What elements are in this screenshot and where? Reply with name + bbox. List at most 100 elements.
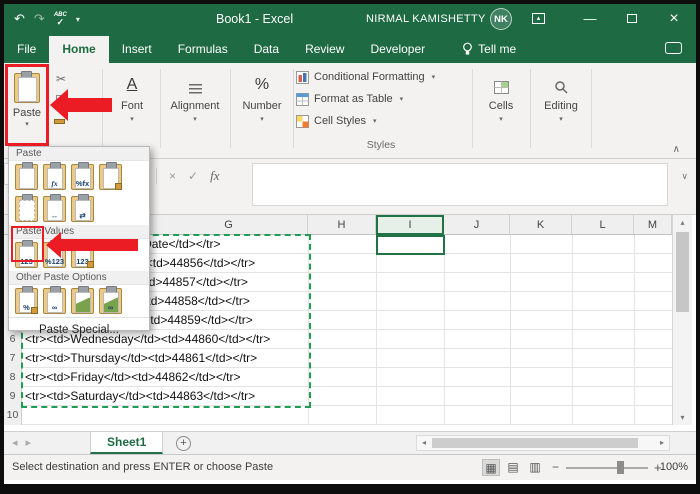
cancel-icon[interactable]: × <box>169 169 176 183</box>
row-header[interactable]: 9 <box>4 387 22 406</box>
grid-row-10[interactable]: 10 <box>4 406 672 425</box>
conditional-formatting-button[interactable]: Conditional Formatting ▾ <box>296 66 466 88</box>
ribbon-tab-bar: File Home Insert Formulas Data Review De… <box>4 34 696 63</box>
scroll-down-icon[interactable]: ▾ <box>673 413 692 422</box>
spellcheck-icon[interactable]: ABC ✓ <box>54 12 67 27</box>
column-header-m[interactable]: M <box>634 215 672 235</box>
column-header-l[interactable]: L <box>572 215 634 235</box>
paste-option-paste-link[interactable]: ∞ <box>42 286 67 315</box>
row-header[interactable]: 10 <box>4 406 22 425</box>
close-button[interactable]: × <box>654 4 694 34</box>
tab-file[interactable]: File <box>4 36 49 63</box>
page-layout-view-icon[interactable]: ▤ <box>504 459 522 476</box>
ribbon-display-options-icon[interactable]: ▴ <box>532 13 545 24</box>
paste-option-picture[interactable] <box>70 286 95 315</box>
red-highlight-values-icon <box>11 226 44 262</box>
paste-option-keep-source-formatting[interactable] <box>98 162 123 191</box>
row-header[interactable]: 7 <box>4 349 22 368</box>
account-name[interactable]: NIRMAL KAMISHETTY <box>366 4 486 34</box>
cut-icon[interactable]: ✂ <box>56 73 66 85</box>
font-group-label: Font <box>120 100 143 112</box>
cell-styles-label: Cell Styles <box>314 115 366 127</box>
horizontal-scrollbar[interactable]: ◂ ▸ <box>416 435 670 451</box>
maximize-button[interactable] <box>612 4 652 34</box>
column-header-j[interactable]: J <box>444 215 510 235</box>
font-group-button[interactable]: A Font ▾ <box>108 68 156 123</box>
paste-option-keep-column-widths[interactable]: ↔ <box>42 194 67 223</box>
group-separator <box>293 69 294 148</box>
paste-option-formulas-number-formatting[interactable]: %fx <box>70 162 95 191</box>
red-arrow-to-paste-button <box>50 89 112 121</box>
paste-menu-row-4: % ∞ ∞ <box>9 285 149 317</box>
column-header-h[interactable]: H <box>308 215 376 235</box>
paste-special-item[interactable]: Paste Special... <box>9 317 149 342</box>
scroll-up-icon[interactable]: ▴ <box>673 218 692 227</box>
window-title: Book1 - Excel <box>216 12 294 26</box>
paste-option-transpose[interactable]: ⇄ <box>70 194 95 223</box>
paste-option-no-borders[interactable] <box>14 194 39 223</box>
clipboard-icon <box>15 162 38 190</box>
cells-icon <box>493 68 509 94</box>
clipboard-icon: fx <box>43 162 66 190</box>
comment-icon[interactable] <box>665 42 682 54</box>
tab-developer[interactable]: Developer <box>357 36 438 63</box>
formula-input[interactable] <box>252 163 668 206</box>
status-bar: Select destination and press ENTER or ch… <box>4 454 696 480</box>
editing-group-button[interactable]: Editing ▾ <box>534 68 588 123</box>
sheet-nav-right-icon[interactable]: ▸ <box>26 437 40 449</box>
cells-group-button[interactable]: Cells ▾ <box>476 68 526 123</box>
alignment-caret-icon: ▾ <box>193 116 197 123</box>
row-header[interactable]: 8 <box>4 368 22 387</box>
paste-option-formulas[interactable]: fx <box>42 162 67 191</box>
tell-me-button[interactable]: Tell me <box>452 36 526 63</box>
tab-review[interactable]: Review <box>292 36 357 63</box>
column-header-i[interactable]: I <box>376 215 444 235</box>
formula-bar-expand-icon[interactable]: ∨ <box>681 171 688 182</box>
account-avatar[interactable]: NK <box>490 8 512 30</box>
tab-insert[interactable]: Insert <box>109 36 165 63</box>
alignment-group-button[interactable]: Alignment ▾ <box>164 68 226 123</box>
zoom-level[interactable]: 100% <box>660 455 688 480</box>
vertical-scrollbar-thumb[interactable] <box>676 232 689 312</box>
sheet-nav-left-icon[interactable]: ◂ <box>12 437 26 449</box>
zoom-slider-track[interactable] <box>566 467 648 469</box>
conditional-formatting-icon <box>296 70 309 84</box>
icon-badge: %123 <box>44 257 65 266</box>
vertical-scrollbar[interactable]: ▴ ▾ <box>672 215 692 425</box>
page-break-view-icon[interactable]: ▥ <box>526 459 544 476</box>
customize-qat-caret-icon[interactable]: ▾ <box>76 15 80 24</box>
sheet-tab-sheet1[interactable]: Sheet1 <box>90 432 164 454</box>
editing-group-label: Editing <box>544 100 578 112</box>
tab-data[interactable]: Data <box>241 36 292 63</box>
paste-option-formatting[interactable]: % <box>14 286 39 315</box>
tab-formulas[interactable]: Formulas <box>165 36 241 63</box>
clipboard-icon: ⇄ <box>71 194 94 222</box>
brush-mark <box>31 307 38 314</box>
cell-styles-button[interactable]: Cell Styles ▾ <box>296 110 466 132</box>
column-header-g[interactable]: G <box>150 215 308 235</box>
redo-icon[interactable]: ↷ <box>34 11 45 27</box>
sheet-nav-arrows[interactable]: ◂▸ <box>12 432 39 454</box>
scroll-left-icon[interactable]: ◂ <box>417 436 431 450</box>
insert-function-icon[interactable]: fx <box>210 168 219 184</box>
new-sheet-button[interactable]: + <box>176 436 191 451</box>
zoom-out-icon[interactable]: − <box>552 455 559 480</box>
active-cell-i1[interactable] <box>376 235 445 255</box>
paste-option-linked-picture[interactable]: ∞ <box>98 286 123 315</box>
clipboard-icon: ↔ <box>43 194 66 222</box>
paste-option-paste[interactable] <box>14 162 39 191</box>
paste-menu-row-2: ↔ ⇄ <box>9 193 149 225</box>
zoom-slider-thumb[interactable] <box>617 461 624 474</box>
column-header-k[interactable]: K <box>510 215 572 235</box>
enter-icon[interactable]: ✓ <box>188 169 198 183</box>
normal-view-icon[interactable]: ▦ <box>482 459 500 476</box>
tab-home[interactable]: Home <box>49 36 109 63</box>
scroll-right-icon[interactable]: ▸ <box>655 436 669 450</box>
format-as-table-button[interactable]: Format as Table ▾ <box>296 88 466 110</box>
number-group-button[interactable]: % Number ▾ <box>234 68 290 123</box>
undo-icon[interactable]: ↶ <box>14 11 25 27</box>
horizontal-scrollbar-thumb[interactable] <box>432 438 638 448</box>
collapse-ribbon-icon[interactable]: ∧ <box>673 144 680 155</box>
clipboard-icon <box>15 194 38 222</box>
minimize-button[interactable]: — <box>570 4 610 34</box>
